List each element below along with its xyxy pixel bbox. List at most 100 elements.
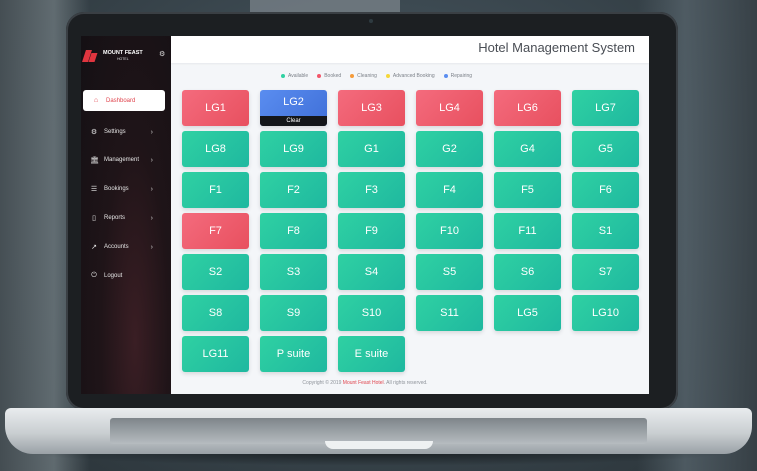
room-tile-f6[interactable]: F6 <box>572 172 639 208</box>
room-tile-lg5[interactable]: LG5 <box>494 295 561 331</box>
room-name: P suite <box>276 348 311 360</box>
room-tile-lg6[interactable]: LG6 <box>494 90 561 126</box>
room-tile-lg10[interactable]: LG10 <box>572 295 639 331</box>
room-tile-s8[interactable]: S8 <box>182 295 249 331</box>
room-name: S8 <box>208 307 223 319</box>
room-name: LG7 <box>595 102 616 114</box>
room-name: F4 <box>443 184 456 196</box>
home-icon: ⌂ <box>93 97 99 104</box>
chevron-right-icon: › <box>150 156 153 164</box>
room-tile-lg1[interactable]: LG1 <box>182 90 249 126</box>
sidebar-settings-icon[interactable]: ⚙ <box>159 50 165 58</box>
page-title: Hotel Management System <box>478 40 635 55</box>
chevron-right-icon: › <box>150 128 153 136</box>
room-tile-s1[interactable]: S1 <box>572 213 639 249</box>
legend-label: Advanced Booking <box>392 73 435 79</box>
sidebar-item-logout[interactable]: ⏻ Logout <box>81 264 171 288</box>
laptop-notch <box>325 441 433 449</box>
webcam-icon <box>369 19 373 23</box>
room-tile-lg3[interactable]: LG3 <box>338 90 405 126</box>
legend-label: Repairing <box>450 73 473 79</box>
room-name: LG8 <box>205 143 226 155</box>
room-name: S5 <box>442 266 457 278</box>
room-tile-s4[interactable]: S4 <box>338 254 405 290</box>
room-tile-f4[interactable]: F4 <box>416 172 483 208</box>
gear-icon: ⚙ <box>90 129 98 136</box>
room-tile-lg4[interactable]: LG4 <box>416 90 483 126</box>
legend-item: Cleaning <box>350 71 377 81</box>
room-tile-lg11[interactable]: LG11 <box>182 336 249 372</box>
room-name: LG11 <box>202 348 229 360</box>
sidebar-item-accounts[interactable]: ↗ Accounts › <box>81 235 171 259</box>
sidebar-item-label: Settings <box>104 129 126 135</box>
room-tile-e-suite[interactable]: E suite <box>338 336 405 372</box>
room-name: S3 <box>286 266 301 278</box>
room-tile-g2[interactable]: G2 <box>416 131 483 167</box>
brand-logo-icon <box>82 50 99 62</box>
sidebar: MOUNT FEAST HOTEL ⚙ ⌂ Dashboard ⚙ Settings ›… <box>81 36 171 394</box>
room-name: LG6 <box>517 102 538 114</box>
room-name: S6 <box>520 266 535 278</box>
sidebar-item-reports[interactable]: ▯ Reports › <box>81 206 171 230</box>
room-tile-s2[interactable]: S2 <box>182 254 249 290</box>
room-tile-f11[interactable]: F11 <box>494 213 561 249</box>
legend-dot-icon <box>350 74 355 78</box>
room-tile-f5[interactable]: F5 <box>494 172 561 208</box>
chevron-right-icon: › <box>150 185 153 193</box>
room-name: F8 <box>287 225 300 237</box>
room-tile-lg8[interactable]: LG8 <box>182 131 249 167</box>
room-name: G4 <box>520 143 535 155</box>
brand-sub: HOTEL <box>117 57 129 61</box>
room-tile-lg7[interactable]: LG7 <box>572 90 639 126</box>
room-name: S4 <box>364 266 379 278</box>
sidebar-item-bookings[interactable]: ☰ Bookings › <box>81 177 171 201</box>
clear-button[interactable]: Clear <box>260 116 327 126</box>
room-tile-f1[interactable]: F1 <box>182 172 249 208</box>
room-name: F9 <box>365 225 378 237</box>
room-tile-f9[interactable]: F9 <box>338 213 405 249</box>
room-tile-s5[interactable]: S5 <box>416 254 483 290</box>
room-tile-g1[interactable]: G1 <box>338 131 405 167</box>
room-tile-g4[interactable]: G4 <box>494 131 561 167</box>
room-tile-f8[interactable]: F8 <box>260 213 327 249</box>
legend-dot-icon <box>281 74 285 78</box>
laptop-shadow <box>20 452 737 466</box>
room-tile-s10[interactable]: S10 <box>338 295 405 331</box>
room-name: LG4 <box>439 102 460 114</box>
legend-dot-icon <box>317 74 322 78</box>
room-tile-p-suite[interactable]: P suite <box>260 336 327 372</box>
room-tile-f2[interactable]: F2 <box>260 172 327 208</box>
room-name: F3 <box>365 184 378 196</box>
room-tile-s7[interactable]: S7 <box>572 254 639 290</box>
chevron-right-icon: › <box>150 243 153 251</box>
brand: MOUNT FEAST HOTEL <box>82 50 143 62</box>
room-tile-f3[interactable]: F3 <box>338 172 405 208</box>
room-tile-lg2[interactable]: LG2 Clear <box>260 90 327 126</box>
footer-suffix: . All rights reserved. <box>383 380 428 386</box>
room-tile-lg9[interactable]: LG9 <box>260 131 327 167</box>
room-tile-g5[interactable]: G5 <box>572 131 639 167</box>
room-tile-s6[interactable]: S6 <box>494 254 561 290</box>
footer-brand-link[interactable]: Mount Feast Hotel <box>343 380 384 386</box>
room-name: LG2 <box>283 96 304 108</box>
room-tile-s11[interactable]: S11 <box>416 295 483 331</box>
room-tile-f7[interactable]: F7 <box>182 213 249 249</box>
chart-icon: ↗ <box>91 244 97 251</box>
room-tile-s9[interactable]: S9 <box>260 295 327 331</box>
sidebar-item-dashboard[interactable]: ⌂ Dashboard <box>83 90 165 111</box>
footer-copyright: Copyright © 2019 <box>302 380 342 386</box>
room-name: S1 <box>598 225 613 237</box>
room-name: S11 <box>440 307 459 319</box>
sidebar-item-label: Management <box>104 157 140 163</box>
room-name: S9 <box>286 307 301 319</box>
sidebar-item-settings[interactable]: ⚙ Settings › <box>81 120 171 144</box>
sidebar-item-label: Logout <box>104 273 123 279</box>
room-tile-s3[interactable]: S3 <box>260 254 327 290</box>
legend-item: Booked <box>317 71 341 81</box>
room-tile-f10[interactable]: F10 <box>416 213 483 249</box>
sidebar-item-label: Reports <box>104 215 126 221</box>
room-name: LG5 <box>517 307 538 319</box>
room-name: F2 <box>287 184 300 196</box>
sidebar-item-management[interactable]: 🏛 Management › <box>81 148 171 172</box>
footer: Copyright © 2019 Mount Feast Hotel. All … <box>81 380 649 386</box>
